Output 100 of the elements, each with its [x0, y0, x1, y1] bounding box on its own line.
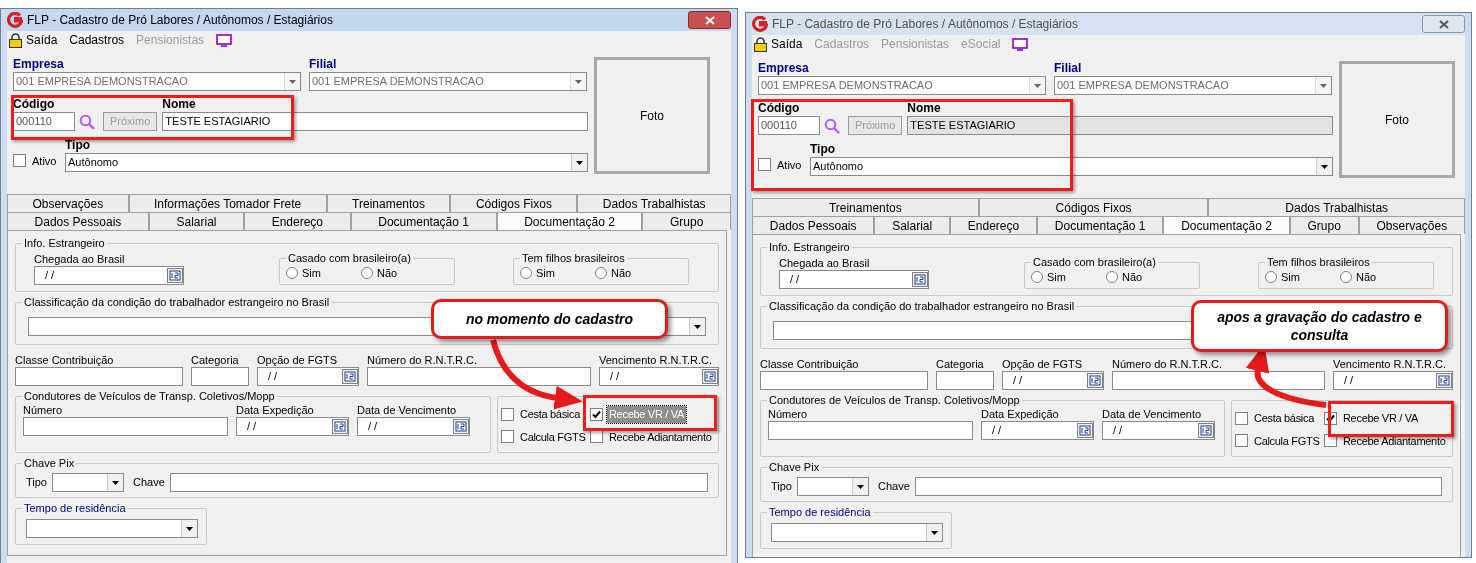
input-field[interactable] [15, 367, 183, 386]
field-label: Chegada ao Brasil [34, 252, 126, 266]
field-label: Categoria [936, 357, 985, 371]
tab[interactable]: Grupo [1289, 216, 1359, 234]
date-field[interactable]: / / [981, 421, 1094, 440]
input-field[interactable] [169, 473, 708, 492]
input-field[interactable]: 000110 [13, 112, 75, 131]
input-field[interactable] [936, 371, 994, 390]
menu-item[interactable]: Saída [26, 31, 58, 49]
radio-button[interactable]: Não [360, 265, 398, 282]
tab[interactable]: Treinamentos [326, 194, 451, 212]
tab[interactable]: Grupo [642, 212, 731, 230]
radio-button[interactable]: Sim [1265, 269, 1300, 286]
tab[interactable]: Documentação 2 [496, 212, 643, 230]
tab[interactable]: Documentação 1 [350, 212, 497, 230]
search-icon[interactable] [824, 117, 840, 134]
radio-button[interactable]: Não [594, 265, 632, 282]
input-field[interactable] [768, 421, 973, 440]
tab[interactable]: Códigos Fixos [978, 198, 1209, 216]
tab[interactable]: Salarial [148, 212, 245, 230]
calendar-icon[interactable] [1436, 373, 1452, 388]
close-button[interactable] [1422, 15, 1465, 33]
checkbox[interactable]: Recebe VR / VA [1323, 410, 1449, 427]
caret-icon [186, 526, 193, 531]
checkbox[interactable]: Ativo [758, 156, 804, 173]
tab[interactable]: Documentação 2 [1163, 216, 1290, 234]
menu-item[interactable]: Cadastros [69, 31, 125, 49]
tab[interactable]: Observações [1358, 216, 1466, 234]
checkbox[interactable]: Cesta básica [1235, 410, 1323, 427]
window-title: FLP - Cadastro de Pró Labores / Autônomos / Estagiários [27, 12, 334, 29]
input-field[interactable] [914, 477, 1442, 496]
radio-button[interactable]: Sim [286, 265, 321, 282]
field-label: Vencimento R.N.T.R.C. [599, 353, 714, 367]
calendar-icon[interactable] [453, 419, 469, 434]
checkbox[interactable]: Calcula FGTS [1235, 432, 1323, 449]
calendar-icon[interactable] [332, 419, 348, 434]
caret-icon [289, 79, 296, 84]
dropdown[interactable]: Autônomo [65, 153, 588, 172]
calendar-icon[interactable] [1198, 423, 1214, 438]
input-field[interactable] [191, 367, 249, 386]
tab[interactable]: Códigos Fixos [450, 194, 578, 212]
radio-button[interactable]: Sim [520, 265, 555, 282]
radio-icon [1339, 271, 1352, 284]
tab[interactable]: Documentação 1 [1037, 216, 1164, 234]
tab[interactable]: Dados Trabalhistas [577, 194, 732, 212]
radio-button[interactable]: Não [1339, 269, 1377, 286]
caret-icon [576, 160, 583, 165]
callout-tooltip: no momento do cadastro [431, 299, 668, 339]
field-label: Tipo [810, 142, 836, 157]
date-field[interactable]: / / [1102, 421, 1215, 440]
input-field[interactable] [760, 371, 928, 390]
date-field[interactable]: / / [257, 367, 359, 386]
tab[interactable]: Dados Pessoais [752, 216, 875, 234]
input-field[interactable] [1112, 371, 1325, 390]
field-label: Chegada ao Brasil [779, 256, 871, 270]
calendar-icon[interactable] [912, 272, 928, 287]
tab[interactable]: Salarial [874, 216, 950, 234]
menu-item[interactable]: Saída [771, 35, 803, 53]
date-field[interactable]: / / [236, 417, 349, 436]
dropdown[interactable]: Autônomo [810, 157, 1333, 176]
field-label: Chave [878, 479, 910, 495]
dropdown[interactable]: 001 EMPRESA DEMONSTRACAO [13, 72, 301, 91]
monitor-icon[interactable] [216, 33, 233, 47]
calendar-icon[interactable] [1077, 423, 1093, 438]
tab[interactable]: Endereço [950, 216, 1037, 234]
tab[interactable]: Treinamentos [752, 198, 979, 216]
calendar-icon[interactable] [1087, 373, 1103, 388]
dropdown[interactable]: 001 EMPRESA DEMONSTRACAO [309, 72, 587, 91]
calendar-icon[interactable] [342, 369, 358, 384]
radio-button[interactable]: Não [1105, 269, 1143, 286]
tab[interactable]: Dados Pessoais [7, 212, 149, 230]
radio-icon [360, 267, 373, 280]
tab[interactable]: Informações Tomador Frete [128, 194, 327, 212]
checkbox[interactable]: Cesta básica [501, 406, 589, 423]
tab[interactable]: Dados Trabalhistas [1208, 198, 1465, 216]
tab[interactable]: Endereço [244, 212, 351, 230]
checkbox[interactable]: Recebe Adiantamento [589, 428, 715, 445]
dropdown[interactable]: 001 EMPRESA DEMONSTRACAO [758, 76, 1046, 95]
monitor-icon[interactable] [1012, 37, 1029, 51]
date-field[interactable]: / / [599, 367, 719, 386]
search-icon[interactable] [79, 113, 95, 130]
input-field[interactable]: TESTE ESTAGIARIO [162, 112, 588, 131]
date-field[interactable]: / / [1333, 371, 1453, 390]
checkbox[interactable]: Calcula FGTS [501, 428, 589, 445]
calendar-icon[interactable] [167, 268, 183, 283]
input-field[interactable] [367, 367, 591, 386]
date-field[interactable]: / / [34, 266, 184, 285]
calendar-icon[interactable] [702, 369, 718, 384]
date-field[interactable]: / / [1002, 371, 1104, 390]
radio-button[interactable]: Sim [1031, 269, 1066, 286]
close-button[interactable] [688, 11, 731, 29]
input-field[interactable]: 000110 [758, 116, 820, 135]
date-field[interactable]: / / [779, 270, 929, 289]
dropdown[interactable]: 001 EMPRESA DEMONSTRACAO [1054, 76, 1332, 95]
input-field[interactable] [23, 417, 228, 436]
tab[interactable]: Observações [7, 194, 129, 212]
date-field[interactable]: / / [357, 417, 470, 436]
checkbox[interactable]: Recebe Adiantamento [1323, 432, 1449, 449]
checkbox[interactable]: Ativo [13, 152, 59, 169]
checkmark-icon [591, 409, 601, 419]
